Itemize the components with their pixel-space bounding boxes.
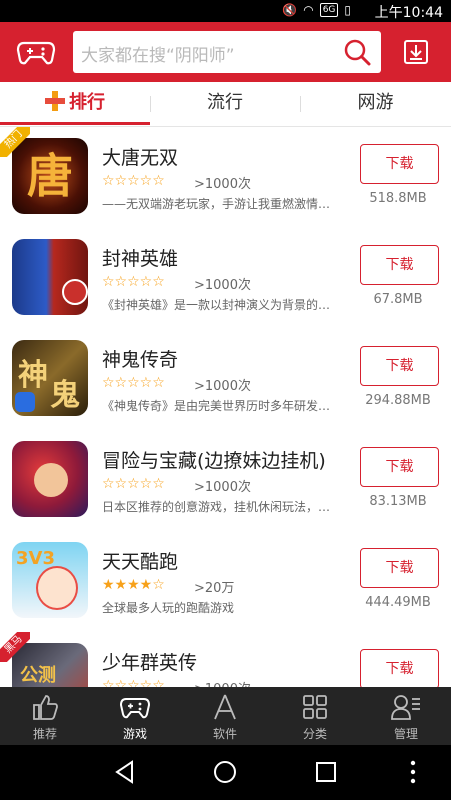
rating-stars: ☆☆☆☆☆ (102, 476, 165, 492)
file-size: 444.49MB (365, 595, 431, 610)
search-placeholder: 大家都在搜“阴阳师” (81, 46, 235, 66)
app-store-icon (214, 694, 236, 720)
tab-popular-label: 流行 (207, 92, 243, 113)
nav-games[interactable]: 游戏 (90, 687, 180, 745)
download-button[interactable]: 下载 (360, 346, 439, 386)
app-name: 神鬼传奇 (102, 349, 179, 371)
tab-divider (150, 96, 151, 112)
ranking-icon (45, 85, 65, 127)
nav-recommend[interactable]: 推荐 (0, 687, 90, 745)
battery-icon: ▯ (344, 3, 351, 17)
nav-category[interactable]: 分类 (270, 687, 360, 745)
nav-manage[interactable]: 管理 (361, 687, 451, 745)
download-manager-button[interactable] (402, 38, 430, 66)
download-button[interactable]: 下载 (360, 144, 439, 184)
app-description: 日本区推荐的创意游戏，挂机休闲玩法，… (102, 500, 331, 514)
user-manage-icon (391, 695, 420, 720)
more-options-icon[interactable] (406, 759, 420, 785)
app-header: 大家都在搜“阴阳师” (0, 22, 451, 82)
network-badge: 6G (319, 3, 339, 17)
download-count: >1000次 (194, 278, 251, 293)
home-icon[interactable] (212, 759, 238, 785)
app-icon-maoxian (12, 441, 88, 517)
download-button[interactable]: 下载 (360, 245, 439, 285)
download-button[interactable]: 下载 (360, 447, 439, 487)
gamepad-icon (16, 41, 56, 65)
app-name: 冒险与宝藏(边撩妹边挂机) (102, 450, 326, 472)
list-item[interactable]: 公测 黑马 少年群英传 ☆☆☆☆☆ >1000次 下载 (0, 632, 451, 687)
status-time: 上午10:44 (374, 5, 443, 21)
tab-bar: 排行 流行 网游 (0, 82, 451, 127)
tab-ranking-label: 排行 (69, 92, 105, 113)
status-bar: 🔇 ◠ 6G ▯ 上午10:44 (0, 0, 451, 22)
mute-icon: 🔇 (282, 3, 298, 17)
rating-stars: ☆☆☆☆☆ (102, 375, 165, 391)
status-icons: 🔇 ◠ 6G ▯ (282, 3, 351, 17)
tab-online-label: 网游 (357, 92, 394, 113)
app-description: 《封神英雄》是一款以封神演义为背景的… (102, 298, 331, 312)
app-name: 封神英雄 (102, 248, 179, 270)
rating-stars: ☆☆☆☆☆ (102, 678, 165, 687)
app-name: 天天酷跑 (102, 551, 179, 573)
download-count: >1000次 (194, 379, 251, 394)
list-item[interactable]: 封神英雄 ☆☆☆☆☆ >1000次 《封神英雄》是一款以封神演义为背景的… 下载… (0, 228, 451, 330)
nav-software[interactable]: 软件 (180, 687, 270, 745)
tab-ranking[interactable]: 排行 (0, 82, 150, 124)
app-description: 全球最多人玩的跑酷游戏 (102, 601, 235, 615)
tab-online-games[interactable]: 网游 (300, 82, 451, 124)
gamepad-button[interactable] (16, 36, 56, 68)
file-size: 294.88MB (365, 393, 431, 408)
nav-games-label: 游戏 (122, 727, 147, 741)
app-description: ——无双端游老玩家，手游让我重燃激情… (102, 197, 331, 211)
hot-badge: 热门 (0, 127, 30, 157)
list-item[interactable]: 唐 热门 大唐无双 ☆☆☆☆☆ >1000次 ——无双端游老玩家，手游让我重燃激… (0, 127, 451, 229)
bottom-navigation: 推荐 游戏 软件 分类 管理 (0, 687, 451, 745)
gamepad-icon (119, 698, 151, 719)
download-count: >1000次 (194, 480, 251, 495)
search-bar[interactable]: 大家都在搜“阴阳师” (73, 31, 381, 73)
app-icon-tiantian: 3V3 (12, 542, 88, 618)
download-button[interactable]: 下载 (360, 649, 439, 687)
nav-recommend-label: 推荐 (32, 727, 57, 741)
nav-software-label: 软件 (212, 727, 237, 741)
rating-stars: ☆☆☆☆☆ (102, 274, 165, 290)
grid-icon (303, 695, 327, 719)
back-icon[interactable] (112, 759, 138, 785)
file-size: 67.8MB (373, 292, 423, 307)
system-navigation-bar (0, 745, 451, 800)
app-icon-fengshen (12, 239, 88, 315)
tab-popular[interactable]: 流行 (150, 82, 300, 124)
download-icon (404, 40, 428, 64)
list-item[interactable]: 3V3 天天酷跑 ★★★★☆ >20万 全球最多人玩的跑酷游戏 下载 444.4… (0, 531, 451, 633)
recent-apps-icon[interactable] (313, 759, 339, 785)
app-description: 《神鬼传奇》是由完美世界历时多年研发… (102, 399, 331, 413)
nav-category-label: 分类 (302, 727, 327, 741)
file-size: 83.13MB (369, 494, 427, 509)
download-count: >20万 (194, 581, 235, 596)
thumbs-up-icon (33, 695, 58, 720)
download-count: >1000次 (194, 177, 251, 192)
download-count: >1000次 (194, 678, 251, 687)
tab-divider (300, 96, 301, 112)
rating-stars: ★★★★☆ (102, 577, 165, 593)
app-icon-shengui: 神 鬼 (12, 340, 88, 416)
file-size: 518.8MB (369, 191, 427, 206)
search-icon[interactable] (343, 38, 371, 66)
tab-active-indicator (0, 122, 150, 125)
list-item[interactable]: 冒险与宝藏(边撩妹边挂机) ☆☆☆☆☆ >1000次 日本区推荐的创意游戏，挂机… (0, 430, 451, 532)
app-list: 唐 热门 大唐无双 ☆☆☆☆☆ >1000次 ——无双端游老玩家，手游让我重燃激… (0, 127, 451, 687)
rating-stars: ☆☆☆☆☆ (102, 173, 165, 189)
dark-horse-badge: 黑马 (0, 632, 30, 662)
download-button[interactable]: 下载 (360, 548, 439, 588)
app-name: 少年群英传 (102, 652, 198, 674)
nav-manage-label: 管理 (393, 727, 418, 741)
app-name: 大唐无双 (102, 147, 179, 169)
list-item[interactable]: 神 鬼 神鬼传奇 ☆☆☆☆☆ >1000次 《神鬼传奇》是由完美世界历时多年研发… (0, 329, 451, 431)
wifi-icon: ◠ (303, 3, 314, 17)
